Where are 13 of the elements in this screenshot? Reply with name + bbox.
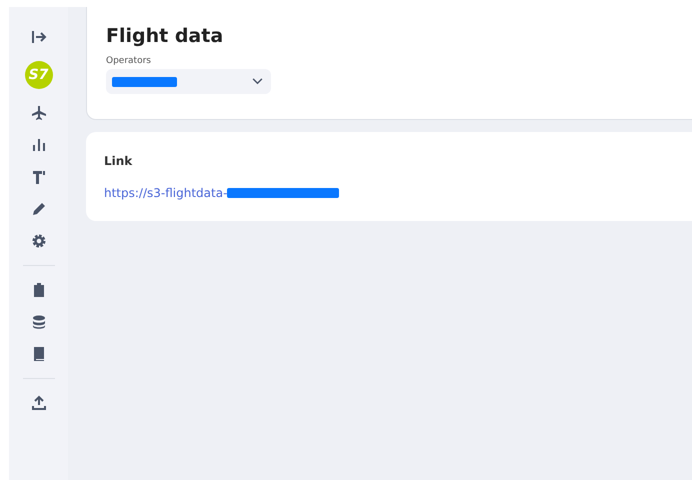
expand-arrow-icon[interactable]	[30, 29, 46, 45]
airplane-icon[interactable]	[30, 105, 46, 121]
bar-chart-icon[interactable]	[30, 137, 46, 153]
database-icon[interactable]	[30, 314, 46, 330]
url-link[interactable]: https://s3-flightdata-	[104, 186, 228, 200]
field-label: Operators	[106, 56, 152, 66]
operators-dropdown[interactable]	[106, 69, 271, 94]
chevron-down-icon	[252, 78, 263, 85]
settings-icon[interactable]	[30, 233, 46, 249]
page-title: Flight data	[106, 25, 224, 47]
link-label: Link	[104, 154, 134, 168]
pencil-icon[interactable]	[30, 201, 46, 217]
upload-icon[interactable]	[30, 395, 46, 411]
